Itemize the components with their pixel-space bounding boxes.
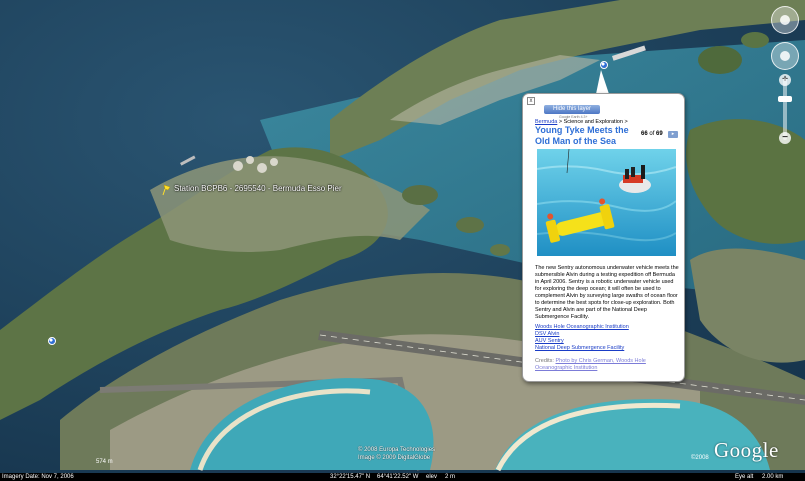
copyright-line-1: © 2008 Europa Technologies: [358, 447, 436, 453]
copyright-line-2: Image © 2009 DigitalGlobe: [358, 455, 431, 461]
next-item-button[interactable]: ▸: [668, 131, 678, 138]
eye-icon: [780, 15, 790, 25]
longitude-readout: 64°41'22.52" W: [377, 474, 419, 480]
link-ndsf[interactable]: National Deep Submergence Facility: [535, 345, 680, 352]
link-auv-sentry[interactable]: AUV Sentry: [535, 338, 680, 345]
balloon-description: The new Sentry autonomous underwater veh…: [535, 265, 679, 320]
zoom-slider-thumb[interactable]: [778, 96, 792, 102]
sentry-alvin-photo: [537, 149, 676, 256]
elevation-label: elev: [426, 474, 438, 480]
zoom-out-button[interactable]: −: [779, 132, 791, 144]
balloon-credits: Credits: Photo by Chris German, Woods Ho…: [535, 358, 675, 372]
move-joystick[interactable]: [771, 42, 799, 70]
latitude-readout: 32°22'15.47" N: [330, 474, 371, 480]
hand-icon: [780, 51, 790, 61]
navigation-controls: + −: [771, 4, 801, 154]
google-logo: Google: [714, 438, 779, 462]
placemark-label[interactable]: Station BCPB6 - 2695540 - Bermuda Esso P…: [174, 184, 342, 193]
placemark-dot-icon[interactable]: [48, 337, 56, 345]
eye-alt-label: Eye alt: [735, 474, 754, 480]
scale-label: 574 m: [96, 459, 113, 465]
counter-total: 69: [656, 131, 663, 137]
hide-layer-button[interactable]: Hide this layer: [544, 105, 600, 114]
balloon-title: Young Tyke Meets the Old Man of the Sea: [535, 125, 629, 146]
credits-prefix: Credits:: [535, 358, 556, 364]
zoom-slider[interactable]: [783, 78, 787, 140]
imagery-date: Imagery Date: Nov 7, 2006: [2, 474, 74, 480]
logo-year: ©2008: [691, 455, 709, 461]
yellow-pushpin-icon[interactable]: [162, 184, 172, 196]
selected-placemark-icon[interactable]: [600, 61, 608, 69]
info-balloon: x Hide this layer Google Earth 4.3+ Berm…: [522, 93, 685, 382]
link-dsv-alvin[interactable]: DSV Alvin: [535, 331, 680, 338]
eye-alt-value: 2.00 km: [762, 474, 784, 480]
status-bar: Imagery Date: Nov 7, 2006 32°22'15.47" N…: [0, 473, 805, 481]
imagery-copyright: © 2008 Europa Technologies Image © 2009 …: [358, 446, 435, 462]
link-whoi[interactable]: Woods Hole Oceanographic Institution: [535, 324, 680, 331]
counter-of: of: [649, 131, 655, 137]
close-icon[interactable]: x: [527, 97, 535, 105]
balloon-links: Woods Hole Oceanographic Institution DSV…: [535, 324, 680, 352]
item-counter: 66 of 69: [641, 131, 663, 137]
counter-current: 66: [641, 131, 648, 137]
look-joystick[interactable]: [771, 6, 799, 34]
elevation-value: 2 m: [445, 474, 456, 480]
balloon-pointer: [596, 70, 609, 94]
